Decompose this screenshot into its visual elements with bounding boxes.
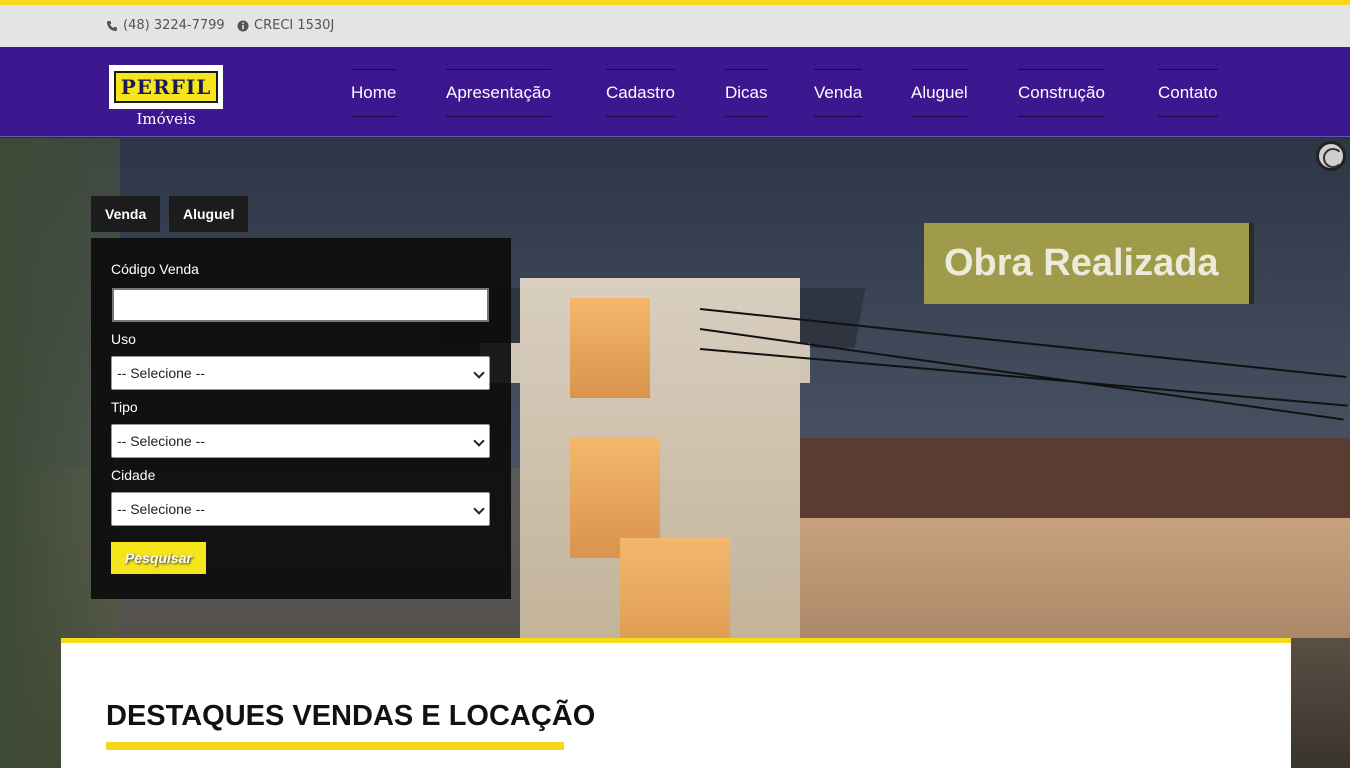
logo-subtitle: Imóveis: [136, 110, 196, 128]
creci-number: CRECI 1530J: [254, 18, 335, 33]
chevron-down-icon: [473, 435, 485, 447]
tab-aluguel[interactable]: Aluguel: [169, 196, 249, 232]
highlights-section: DESTAQUES VENDAS E LOCAÇÃO: [61, 638, 1291, 768]
contact-topbar: (48) 3224-7799 CRECI 1530J: [0, 5, 1350, 47]
chevron-down-icon: [473, 503, 485, 515]
tipo-label: Tipo: [111, 399, 138, 415]
logo-badge: PERFIL: [114, 71, 218, 103]
logo-brand: PERFIL: [120, 75, 212, 99]
nav-item-home[interactable]: Home: [351, 69, 397, 117]
phone-info: (48) 3224-7799: [106, 18, 225, 33]
cidade-label: Cidade: [111, 467, 156, 483]
tipo-select[interactable]: -- Selecione --: [111, 424, 490, 458]
hero-neighbor-roof: [780, 438, 1350, 528]
tab-venda[interactable]: Venda: [91, 196, 161, 232]
nav-item-construcao[interactable]: Construção: [1018, 69, 1105, 117]
nav-item-aluguel[interactable]: Aluguel: [911, 69, 968, 117]
uso-select[interactable]: -- Selecione --: [111, 356, 490, 390]
chevron-down-icon: [473, 367, 485, 379]
search-button[interactable]: Pesquisar: [111, 542, 206, 574]
slider-loader-icon: [1316, 141, 1346, 171]
uso-select-value: -- Selecione --: [117, 365, 205, 381]
section-title-underline: [106, 742, 564, 750]
main-navbar: PERFIL Imóveis Home Apresentação Cadastr…: [0, 47, 1350, 137]
site-logo[interactable]: PERFIL Imóveis: [109, 65, 223, 129]
tipo-select-value: -- Selecione --: [117, 433, 205, 449]
creci-info: CRECI 1530J: [237, 18, 334, 33]
logo-box: PERFIL: [109, 65, 223, 109]
search-panel: Código Venda Uso -- Selecione -- Tipo --…: [91, 238, 511, 599]
code-input[interactable]: [112, 288, 489, 322]
uso-label: Uso: [111, 331, 136, 347]
cidade-select[interactable]: -- Selecione --: [111, 492, 490, 526]
phone-number: (48) 3224-7799: [123, 18, 225, 33]
nav-item-cadastro[interactable]: Cadastro: [606, 69, 675, 117]
info-circle-icon: [237, 20, 249, 31]
hero-window: [570, 298, 650, 398]
hero-caption-text: Obra Realizada: [944, 242, 1219, 284]
code-label: Código Venda: [111, 261, 199, 277]
nav-item-apresentacao[interactable]: Apresentação: [446, 69, 551, 117]
cidade-select-value: -- Selecione --: [117, 501, 205, 517]
nav-item-contato[interactable]: Contato: [1158, 69, 1218, 117]
hero-caption: Obra Realizada: [924, 223, 1254, 304]
nav-item-dicas[interactable]: Dicas: [725, 69, 768, 117]
nav-item-venda[interactable]: Venda: [814, 69, 863, 117]
section-title: DESTAQUES VENDAS E LOCAÇÃO: [106, 700, 596, 732]
phone-icon: [107, 20, 117, 31]
